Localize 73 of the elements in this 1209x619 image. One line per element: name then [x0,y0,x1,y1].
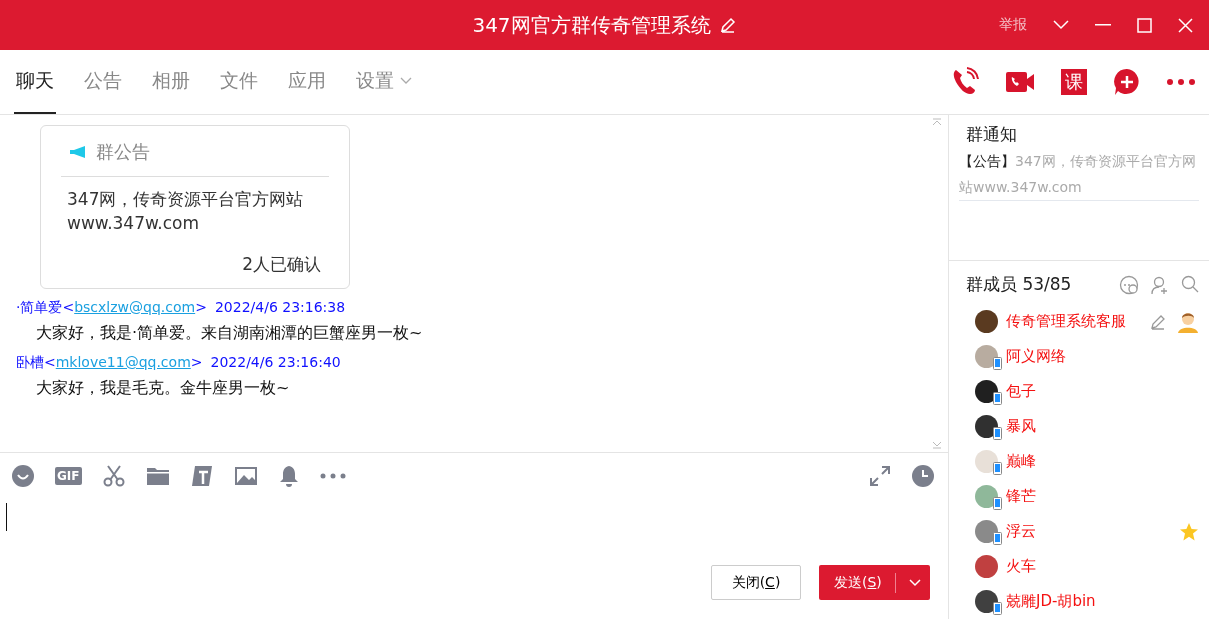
tab[interactable]: 应用 [286,50,328,114]
tab[interactable]: 文件 [218,50,260,114]
close-button[interactable]: 关闭(C) [711,565,801,600]
member-item[interactable]: 浮云 [959,514,1199,549]
confirmed-count: 2人已确认 [241,253,322,276]
bracket: < [44,354,56,372]
megaphone-icon [69,145,87,159]
email-link[interactable]: mklove11@qq.com [55,354,191,372]
member-item[interactable]: 兢雕JD-胡bin [959,584,1199,619]
email-link[interactable]: bscxlzw@qq.com [74,299,196,317]
close-icon[interactable] [1178,17,1193,33]
member-name: 兢雕JD-胡bin [1006,592,1097,611]
bracket: > [190,354,203,372]
member-item[interactable]: 包子 [959,374,1199,409]
gif-button[interactable]: GIF [55,467,82,485]
member-name: 阿义网络 [1006,347,1067,366]
minimize-icon[interactable] [1095,24,1111,26]
add-icon[interactable] [1113,68,1141,96]
bracket: > [195,299,207,317]
pencil-icon[interactable] [718,16,737,34]
chevron-down-icon[interactable] [909,578,921,587]
member-name: 巅峰 [1006,452,1037,471]
notice-text[interactable]: 【公告】347网，传奇资源平台官方网站www.347w.com [959,148,1199,201]
section-title: 群通知 [965,123,1018,146]
member-name: 暴风 [1006,417,1037,436]
sender-name: 卧槽 [16,354,44,372]
lesson-button[interactable]: 课 [1061,69,1087,95]
chevron-down-icon[interactable] [1053,20,1069,30]
chat-bubble-icon[interactable] [1119,274,1139,295]
phone-icon[interactable] [951,67,979,97]
message-time: 2022/4/6 23:16:38 [214,299,346,317]
expand-icon[interactable] [869,465,891,487]
member-name: 包子 [1006,382,1037,401]
member-name: 火车 [1006,557,1037,576]
message-time: 2022/4/6 23:16:40 [210,354,341,372]
more-icon[interactable] [1167,79,1195,85]
tab[interactable]: 公告 [82,50,124,114]
member-item[interactable]: 阿义网络 [959,339,1199,374]
sender-name: ·简单爱 [16,299,63,317]
member-name: 浮云 [1006,522,1037,541]
member-item[interactable]: 暴风 [959,409,1199,444]
announcement-text: 347网，传奇资源平台官方网站www.347w.com [66,188,305,235]
star-icon [1179,521,1199,542]
section-title: 群成员 53/85 [965,273,1072,296]
send-button[interactable]: 发送(S) [819,565,930,600]
add-person-icon[interactable] [1151,274,1169,295]
card-title: 群公告 [96,140,150,164]
tab[interactable]: 设置 [354,50,414,114]
message-text: 大家好，我是·简单爱。来自湖南湘潭的巨蟹座男一枚~ [35,322,424,344]
message-text: 大家好，我是毛克。金牛座男一枚~ [35,377,291,399]
window-title: 347网官方群传奇管理系统 [472,11,711,39]
member-name: 传奇管理系统客服 [1006,312,1127,331]
bell-icon[interactable] [278,465,299,487]
clock-icon[interactable] [912,465,934,487]
image-icon[interactable] [233,466,258,486]
smiley-icon[interactable] [12,465,34,487]
member-name: 锋芒 [1006,487,1037,506]
folder-icon[interactable] [145,466,170,486]
scissors-icon[interactable] [102,465,125,487]
announcement-card[interactable]: 群公告 347网，传奇资源平台官方网站www.347w.com 2人已确认 [40,125,350,289]
tab[interactable]: 相册 [150,50,192,114]
member-item[interactable]: 巅峰 [959,444,1199,479]
search-icon[interactable] [1181,274,1199,293]
report-link[interactable]: 举报 [999,16,1027,34]
maximize-icon[interactable] [1137,17,1152,33]
person-icon [1177,310,1199,333]
bracket: < [62,299,75,317]
tab[interactable]: 聊天 [14,50,56,114]
member-item[interactable]: 锋芒 [959,479,1199,514]
member-item[interactable]: 火车 [959,549,1199,584]
member-item[interactable]: 传奇管理系统客服 [959,304,1199,339]
more-icon[interactable] [319,473,346,479]
video-camera-icon[interactable] [1005,70,1035,94]
